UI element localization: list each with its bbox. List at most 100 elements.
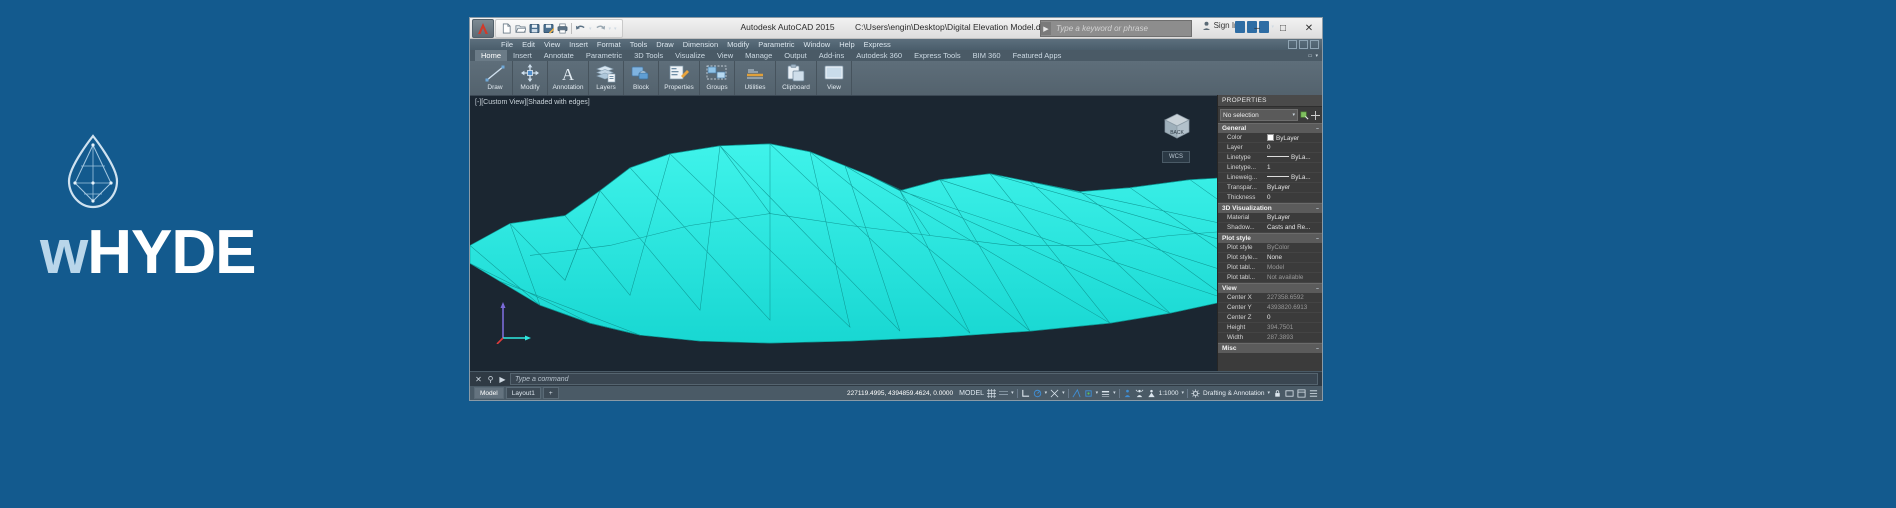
group-collapse-icon[interactable]: − — [1316, 236, 1319, 242]
menu-item-parametric[interactable]: Parametric — [758, 40, 794, 49]
selection-dropdown-icon[interactable]: ▾ — [1292, 112, 1295, 118]
properties-icon[interactable] — [668, 63, 690, 83]
ortho-icon[interactable] — [1021, 389, 1030, 398]
view-cube[interactable]: BACK — [1160, 108, 1194, 142]
block-icon[interactable] — [630, 63, 652, 83]
property-row[interactable]: Height 394.7501 — [1218, 323, 1322, 333]
polar-dropdown-icon[interactable]: ▾ — [1045, 390, 1048, 396]
ribbon-tab-parametric[interactable]: Parametric — [580, 50, 628, 61]
document-restore-icon[interactable] — [1288, 40, 1297, 49]
ribbon-panel-bar[interactable]: Draw Modify A Annotation Layers Block Properti… — [470, 61, 1322, 98]
otrack-icon[interactable] — [1072, 388, 1081, 398]
property-row[interactable]: Plot tabl... Not available — [1218, 273, 1322, 283]
lock-icon[interactable] — [1273, 389, 1282, 398]
property-value[interactable]: Casts and Re... — [1267, 224, 1322, 231]
maximize-button[interactable]: □ — [1270, 18, 1296, 38]
menu-item-view[interactable]: View — [544, 40, 560, 49]
ribbon-tab-autodesk-360[interactable]: Autodesk 360 — [850, 50, 908, 61]
layout-tab-model[interactable]: Model — [474, 387, 504, 399]
command-search-icon[interactable]: ⚲ — [486, 375, 495, 384]
ribbon-options-icon[interactable]: ▾ — [1315, 53, 1318, 59]
ribbon-tab-featured-apps[interactable]: Featured Apps — [1007, 50, 1068, 61]
properties-selection-row[interactable]: No selection ▾ — [1220, 109, 1320, 121]
ribbon-panel-block[interactable]: Block — [624, 61, 659, 98]
properties-group-view[interactable]: View − — [1218, 283, 1322, 293]
ribbon-panel-draw[interactable]: Draw — [478, 61, 513, 98]
clipboard-icon[interactable] — [785, 63, 807, 83]
ribbon-tab-view[interactable]: View — [711, 50, 739, 61]
properties-palette[interactable]: PROPERTIES No selection ▾ General − Color B… — [1217, 95, 1322, 372]
snap-dropdown-icon[interactable]: ▾ — [1011, 390, 1014, 396]
ribbon-tab-output[interactable]: Output — [778, 50, 813, 61]
ribbon-tab-home[interactable]: Home — [475, 50, 508, 61]
group-collapse-icon[interactable]: − — [1316, 126, 1319, 132]
property-value[interactable]: ByLayer — [1267, 133, 1322, 142]
ribbon-panel-utilities[interactable]: Utilities — [735, 61, 776, 98]
ribbon-tab-annotate[interactable]: Annotate — [538, 50, 580, 61]
groups-icon[interactable] — [706, 63, 728, 83]
property-row[interactable]: Material ByLayer — [1218, 213, 1322, 223]
ribbon-tab-express-tools[interactable]: Express Tools — [908, 50, 967, 61]
property-value[interactable]: ByColor — [1267, 244, 1322, 251]
drawing-viewport[interactable]: [-][Custom View][Shaded with edges] BACK… — [470, 95, 1322, 372]
group-collapse-icon[interactable]: − — [1316, 286, 1319, 292]
menu-item-window[interactable]: Window — [804, 40, 831, 49]
ribbon-panel-clipboard[interactable]: Clipboard — [776, 61, 817, 98]
command-close-icon[interactable]: ✕ — [474, 375, 483, 384]
clean-screen-icon[interactable] — [1297, 388, 1306, 398]
menu-item-edit[interactable]: Edit — [522, 40, 535, 49]
property-value[interactable]: ByLayer — [1267, 184, 1322, 191]
properties-group-general[interactable]: General − — [1218, 123, 1322, 133]
autoscale-icon[interactable] — [1135, 389, 1144, 398]
ribbon-minimize-icon[interactable]: ▭ — [1308, 53, 1313, 59]
utilities-icon[interactable] — [744, 63, 766, 83]
annotation-visibility-icon[interactable] — [1123, 389, 1132, 398]
ribbon-panel-layers[interactable]: Layers — [589, 61, 624, 98]
status-menu-icon[interactable] — [1309, 389, 1318, 398]
property-value[interactable]: 394.7501 — [1267, 324, 1322, 331]
group-collapse-icon[interactable]: − — [1316, 206, 1319, 212]
ribbon-tab-bim-360[interactable]: BIM 360 — [967, 50, 1007, 61]
select-objects-icon[interactable] — [1311, 110, 1320, 120]
property-row[interactable]: Center Z 0 — [1218, 313, 1322, 323]
ribbon-tab-insert[interactable]: Insert — [507, 50, 538, 61]
menu-bar[interactable]: File Edit View Insert Format Tools Draw Dimensi… — [470, 39, 1322, 50]
menubar-right-controls[interactable] — [1288, 40, 1322, 49]
layout-tabs[interactable]: Model Layout1 + — [470, 387, 559, 399]
property-row[interactable]: Plot tabl... Model — [1218, 263, 1322, 273]
model-space-label[interactable]: MODEL — [959, 389, 984, 398]
property-value[interactable]: ByLayer — [1267, 214, 1322, 221]
close-button[interactable]: ✕ — [1296, 18, 1322, 38]
annotation-scale-value[interactable]: 1:1000 — [1159, 390, 1179, 397]
property-row[interactable]: Transpar... ByLayer — [1218, 183, 1322, 193]
property-value[interactable]: Model — [1267, 264, 1322, 271]
osnap-icon[interactable] — [1050, 389, 1059, 398]
property-row[interactable]: Linetype... 1 — [1218, 163, 1322, 173]
ribbon-panel-groups[interactable]: Groups — [700, 61, 735, 98]
polar-icon[interactable] — [1033, 389, 1042, 398]
property-row[interactable]: Layer 0 — [1218, 143, 1322, 153]
menu-item-draw[interactable]: Draw — [656, 40, 674, 49]
ribbon-tab-manage[interactable]: Manage — [739, 50, 778, 61]
menu-item-express[interactable]: Express — [864, 40, 891, 49]
group-collapse-icon[interactable]: − — [1316, 346, 1319, 352]
property-row[interactable]: Center Y 4393820.6913 — [1218, 303, 1322, 313]
ucs-indicator[interactable]: WCS — [1162, 151, 1190, 163]
properties-group-misc[interactable]: Misc − — [1218, 343, 1322, 353]
lineweight-dropdown-icon[interactable]: ▾ — [1113, 390, 1116, 396]
command-input[interactable]: Type a command — [510, 373, 1318, 385]
document-close-icon[interactable] — [1310, 40, 1319, 49]
property-value[interactable]: None — [1267, 254, 1322, 261]
ribbon-panel-modify[interactable]: Modify — [513, 61, 548, 98]
property-value[interactable]: 0 — [1267, 314, 1322, 321]
document-minimize-icon[interactable] — [1299, 40, 1308, 49]
property-row[interactable]: Plot style... None — [1218, 253, 1322, 263]
gear-icon[interactable] — [1191, 388, 1200, 398]
property-row[interactable]: Plot style ByColor — [1218, 243, 1322, 253]
window-controls[interactable]: – □ ✕ — [1244, 18, 1322, 38]
property-value[interactable]: 1 — [1267, 164, 1322, 171]
line-icon[interactable] — [484, 63, 506, 83]
layout-tab-+[interactable]: + — [542, 387, 559, 399]
ucs-toggle-icon[interactable] — [1084, 389, 1093, 398]
menu-item-dimension[interactable]: Dimension — [683, 40, 718, 49]
